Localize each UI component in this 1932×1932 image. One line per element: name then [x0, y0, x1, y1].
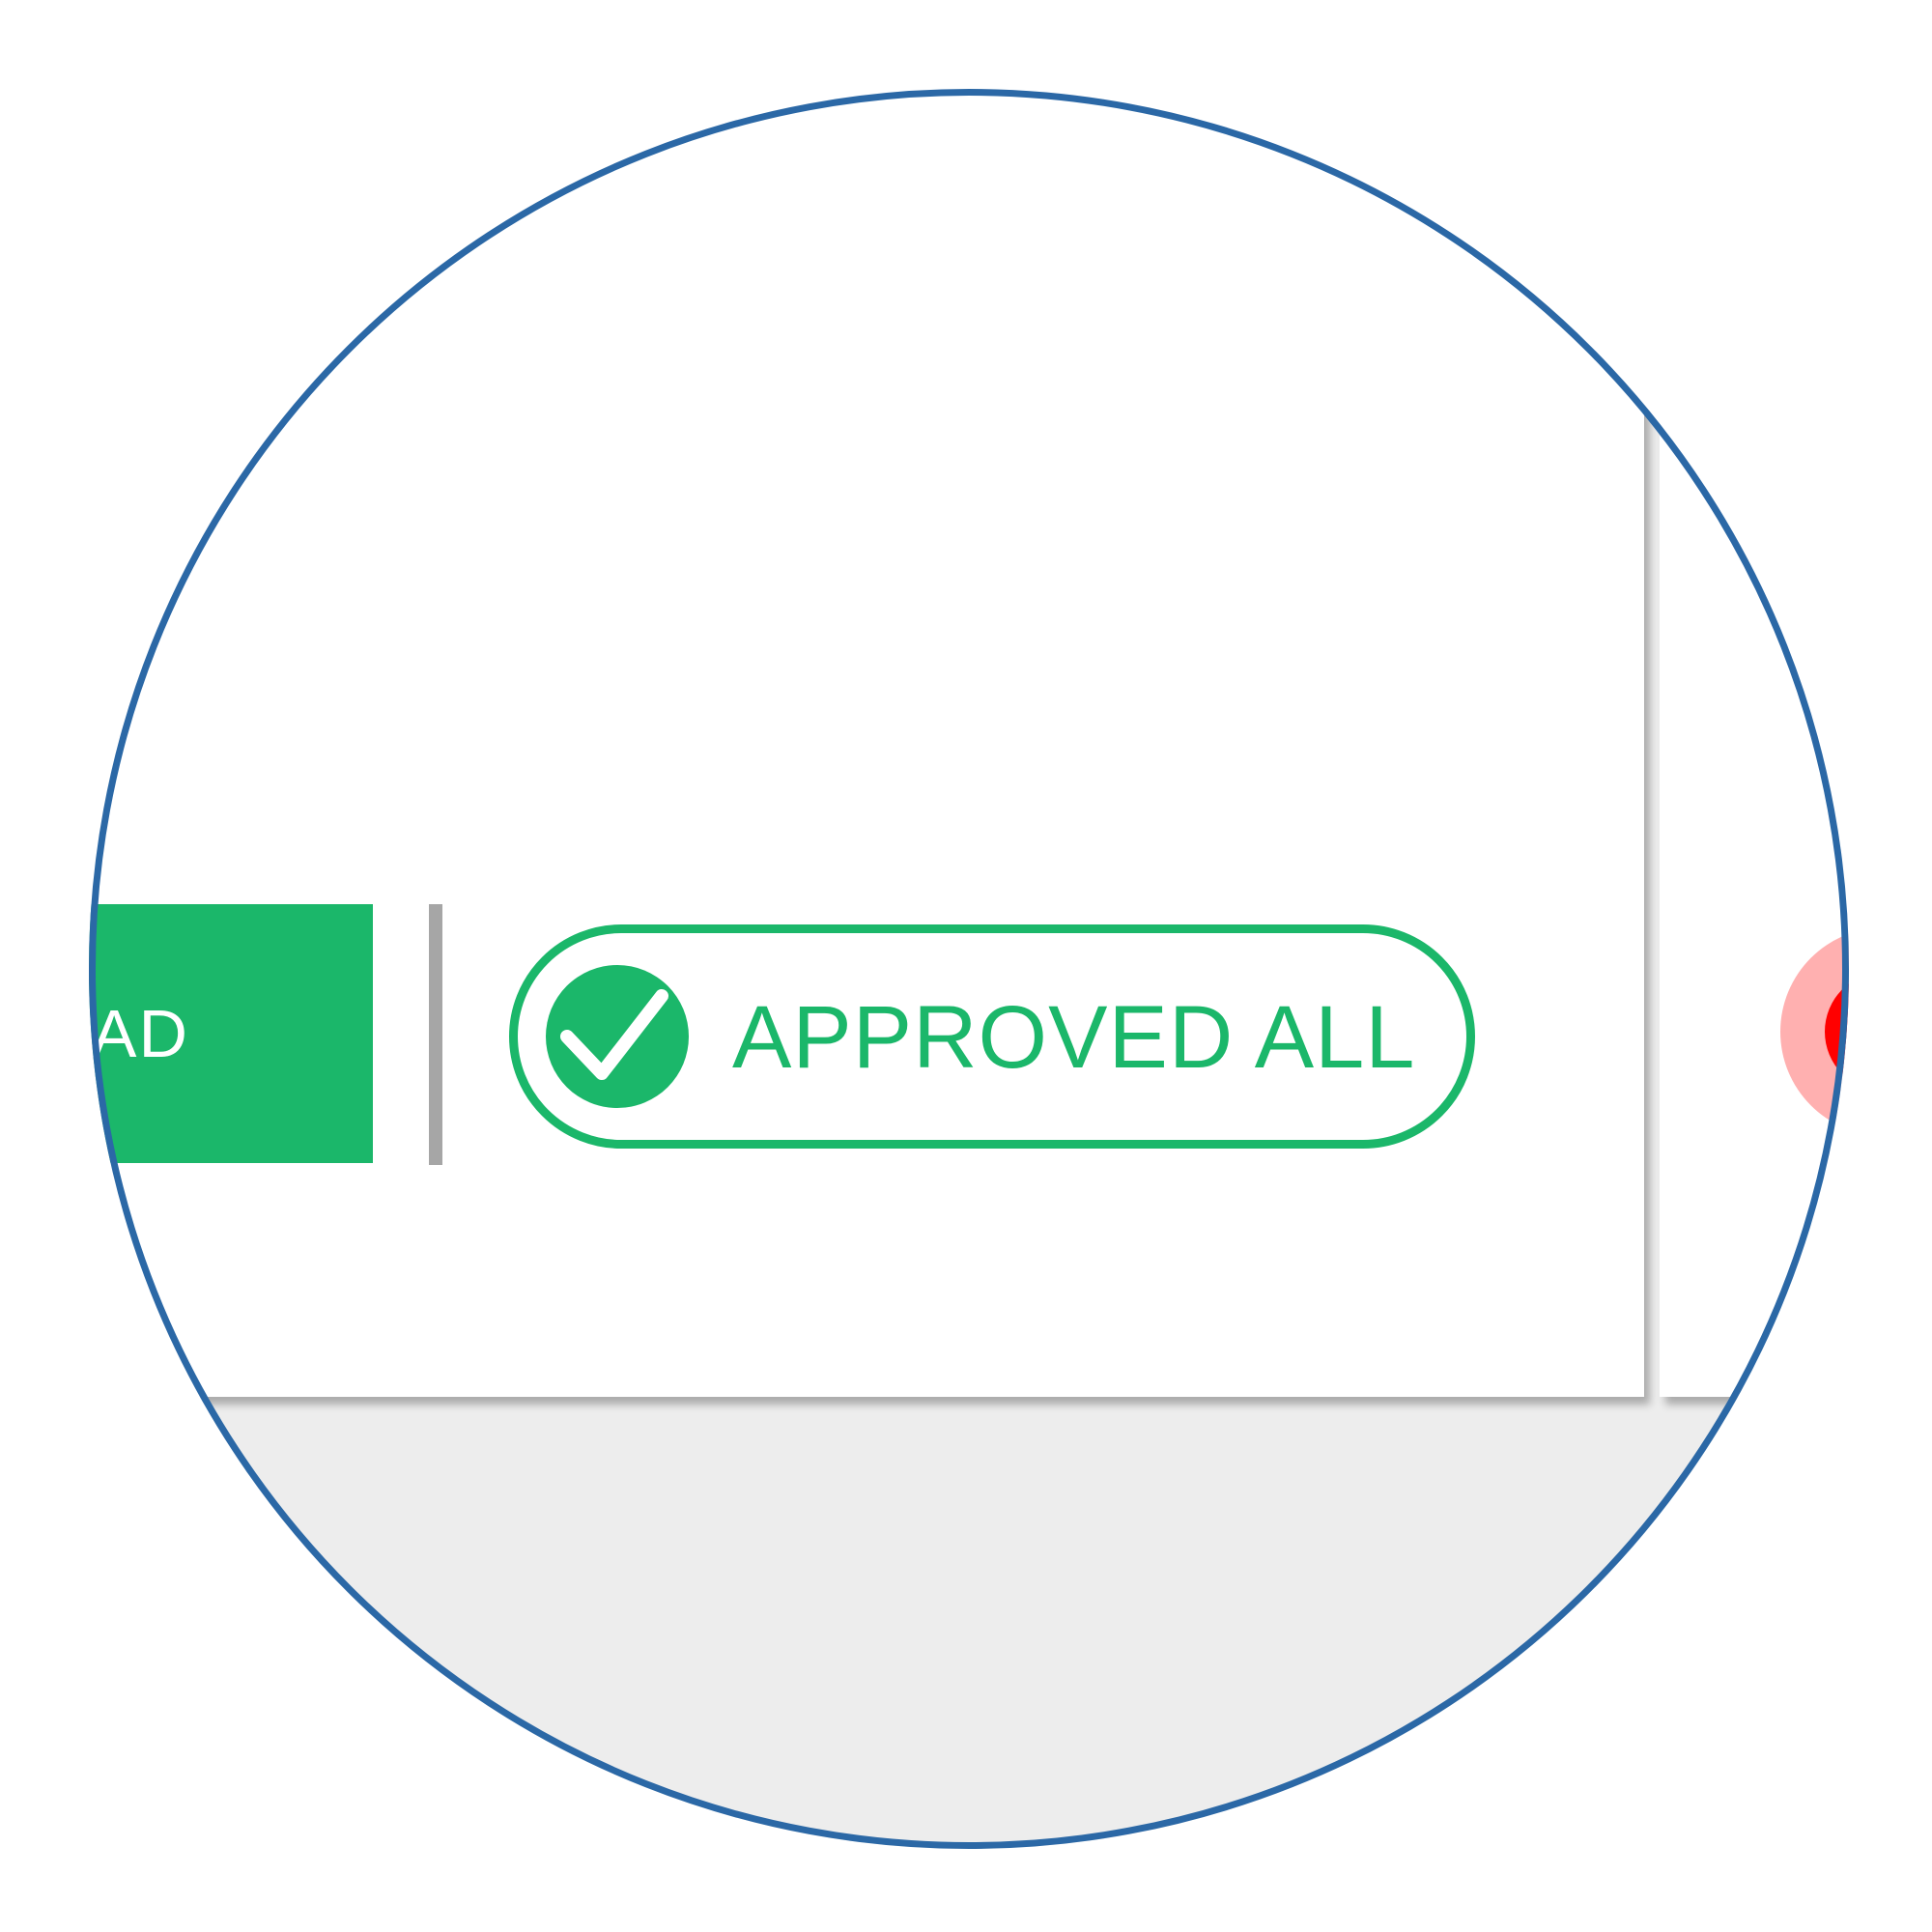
magnifier-lens: DOWNLOAD APPROVED ALL: [89, 89, 1849, 1849]
magnified-screenshot: DOWNLOAD APPROVED ALL: [0, 0, 1932, 1932]
side-panel: [1660, 89, 1849, 1397]
check-circle-icon: [546, 965, 689, 1108]
toolbar-panel: [89, 89, 1644, 1397]
approved-all-button[interactable]: APPROVED ALL: [509, 924, 1475, 1149]
toolbar-divider: [429, 904, 442, 1165]
download-button-label: DOWNLOAD: [89, 996, 189, 1071]
download-button[interactable]: DOWNLOAD: [89, 904, 373, 1163]
reject-circle-icon[interactable]: [1780, 927, 1849, 1136]
approved-all-label: APPROVED ALL: [732, 988, 1416, 1087]
